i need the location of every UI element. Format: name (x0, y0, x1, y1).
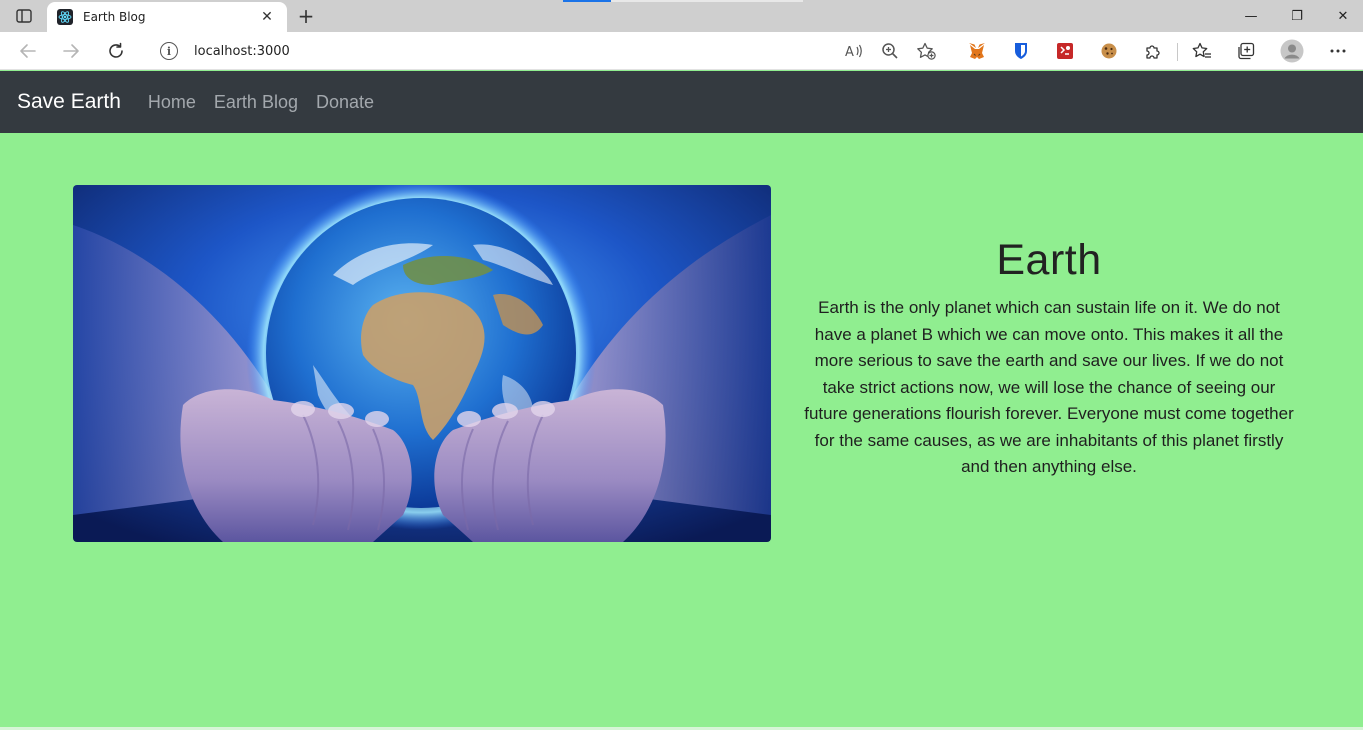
tab-title: Earth Blog (83, 10, 146, 24)
site-navbar: Save Earth Home Earth Blog Donate (0, 71, 1363, 133)
window-minimize-button[interactable]: — (1228, 4, 1274, 28)
content-paragraph: Earth is the only planet which can susta… (804, 298, 1294, 476)
window-close-button[interactable]: ✕ (1320, 4, 1363, 28)
hero-image (73, 185, 771, 542)
content-heading: Earth (996, 236, 1102, 284)
forward-icon[interactable] (57, 38, 85, 64)
collections-icon[interactable] (1236, 41, 1256, 61)
earth-in-hands-image (73, 185, 771, 542)
content-section: Earth Earth is the only planet which can… (801, 236, 1297, 481)
extensions-puzzle-icon[interactable] (1143, 41, 1163, 61)
brand-link[interactable]: Save Earth (17, 90, 121, 114)
nav-link-earth-blog[interactable]: Earth Blog (214, 92, 298, 113)
cookie-extension-icon[interactable] (1099, 41, 1119, 61)
toolbar-separator (1177, 43, 1178, 61)
back-icon[interactable] (14, 38, 42, 64)
react-favicon-icon (57, 9, 73, 25)
metamask-extension-icon[interactable] (967, 41, 987, 61)
browser-toolbar: i localhost:3000 A (0, 32, 1363, 70)
tab-close-icon[interactable]: ✕ (257, 9, 277, 25)
browser-tab-bar: Earth Blog ✕ + — ❐ ✕ (0, 0, 1363, 32)
address-bar[interactable]: i localhost:3000 (144, 36, 950, 66)
profile-avatar-icon[interactable] (1280, 39, 1304, 63)
svg-text:A: A (845, 45, 854, 59)
refresh-icon[interactable] (102, 38, 130, 64)
zoom-icon[interactable] (880, 41, 900, 61)
read-aloud-icon[interactable]: A (844, 41, 864, 61)
more-menu-icon[interactable] (1328, 41, 1348, 61)
new-tab-button[interactable]: + (294, 4, 318, 28)
add-favorite-icon[interactable] (916, 41, 936, 61)
tab-actions-icon[interactable] (10, 7, 38, 25)
favorites-icon[interactable] (1192, 41, 1212, 61)
nav-link-home[interactable]: Home (148, 92, 196, 113)
tab-strip-indicator-track (611, 0, 803, 2)
info-icon[interactable]: i (160, 42, 178, 60)
bitwarden-extension-icon[interactable] (1011, 41, 1031, 61)
tab-strip-indicator (563, 0, 611, 2)
address-url: localhost:3000 (194, 43, 290, 59)
red-extension-icon[interactable] (1055, 41, 1075, 61)
window-restore-button[interactable]: ❐ (1274, 4, 1320, 28)
browser-tab-active[interactable]: Earth Blog ✕ (47, 2, 287, 32)
nav-link-donate[interactable]: Donate (316, 92, 374, 113)
